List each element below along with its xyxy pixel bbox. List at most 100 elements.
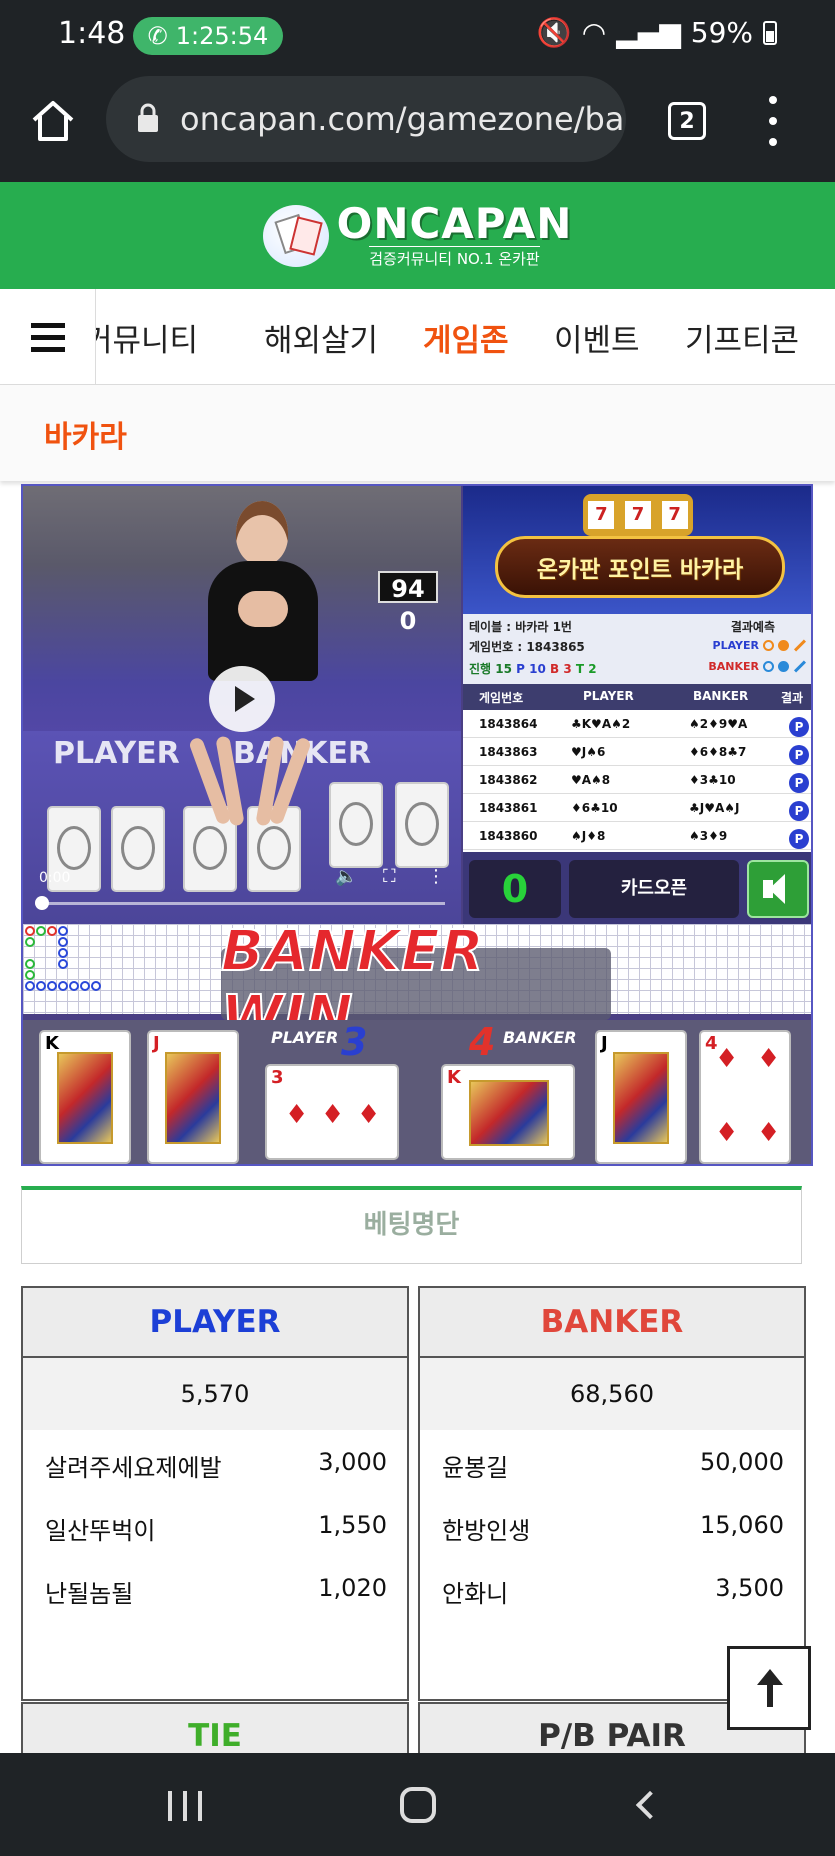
history-col-banker: BANKER (693, 689, 749, 703)
bet-amount: 3,000 (318, 1448, 387, 1476)
nav-item-gamezone[interactable]: 게임존 (423, 315, 509, 360)
history-header: 게임번호 PLAYER BANKER 결과 (463, 684, 811, 710)
sound-icon[interactable] (747, 860, 809, 918)
player-card: 3 ♦ ♦ ♦ (265, 1064, 399, 1160)
progress-stats: 진행 15 P 10 B 3 T 2 (469, 660, 597, 677)
bet-row: 윤봉길 50,000 (420, 1430, 804, 1493)
pred-banker-label: BANKER (708, 660, 759, 673)
video-progress-bar[interactable] (41, 902, 445, 905)
overflow-menu-icon[interactable] (765, 96, 781, 146)
bettor-name: 일산뚜벅이 (45, 1517, 156, 1545)
road-dot (69, 981, 79, 991)
player-card: J (147, 1030, 239, 1164)
road-dot (58, 981, 68, 991)
site-logo[interactable]: ONCAPAN 검증커뮤니티 NO.1 온카판 (262, 199, 573, 269)
game-number: 게임번호 : 1843865 (469, 640, 585, 654)
history-banker: ♠3♦9 (689, 829, 728, 843)
wifi-icon: ◠ (581, 16, 607, 49)
prediction-banker: BANKER (708, 660, 807, 673)
video-progress-knob[interactable] (35, 896, 49, 910)
hamburger-menu-icon[interactable] (0, 289, 96, 385)
slot-digit: 7 (624, 501, 651, 529)
call-chip[interactable]: ✆ 1:25:54 (133, 17, 283, 55)
nav-item-gifticon[interactable]: 기프티콘 (685, 315, 799, 360)
screen: 1:48 ✆ 1:25:54 🔇 ◠ ▂▄▆ 59% oncapan.com/g… (0, 0, 835, 1856)
history-row: 1843863 ♥J♠6 ♦6♦8♣7 P (463, 738, 811, 766)
play-icon[interactable] (209, 666, 275, 732)
video-menu-icon[interactable]: ⋮ (427, 866, 445, 887)
home-icon[interactable] (28, 96, 78, 146)
bet-amount: 1,020 (318, 1574, 387, 1602)
fullscreen-icon[interactable]: ⛶ (383, 866, 396, 887)
promo-title: 온카판 포인트 바카라 (495, 536, 785, 598)
history-row: 1843864 ♣K♥A♠2 ♠2♦9♥A P (463, 710, 811, 738)
nav-item-community[interactable]: 커뮤니티 (96, 315, 198, 360)
history-no: 1843861 (479, 801, 538, 815)
banker-bets-column: BANKER 68,560 윤봉길 50,000 한방인생 15,060 안화니… (418, 1286, 806, 1701)
road-dot (58, 959, 68, 969)
status-bar: 1:48 ✆ 1:25:54 🔇 ◠ ▂▄▆ 59% (0, 0, 835, 72)
logo-cards-icon (262, 204, 329, 267)
score-display: 0 (469, 860, 561, 918)
battery-percent: 59% (690, 16, 753, 49)
history-table: 게임번호 PLAYER BANKER 결과 1843864 ♣K♥A♠2 ♠2♦… (463, 684, 811, 852)
recent-apps-icon[interactable] (168, 1791, 202, 1821)
banker-bets-total: 68,560 (420, 1358, 804, 1430)
scroll-to-top-button[interactable] (727, 1646, 811, 1730)
history-row: 1843861 ♦6♣10 ♣J♥A♠J P (463, 794, 811, 822)
bettor-name: 안화니 (442, 1580, 509, 1608)
betting-list-title: 베팅명단 (21, 1186, 802, 1264)
card-rank: 3 (271, 1067, 284, 1088)
baccarat-game-panel: PLAYER BANKER 94 0 0:00 🔈 ⛶ (21, 484, 813, 1166)
address-bar[interactable]: oncapan.com/gamezone/ba (106, 76, 626, 162)
bet-amount: 50,000 (700, 1448, 784, 1476)
live-video[interactable]: PLAYER BANKER 94 0 0:00 🔈 ⛶ (23, 486, 461, 924)
player-count: P 10 (516, 662, 546, 676)
logo-text: ONCAPAN (336, 199, 573, 248)
sub-nav: 바카라 (0, 385, 835, 481)
history-player: ♣K♥A♠2 (571, 717, 631, 731)
mute-icon[interactable]: 🔈 (335, 866, 357, 887)
bet-row: 일산뚜벅이 1,550 (23, 1493, 407, 1556)
pred-player-label: PLAYER (712, 639, 759, 652)
history-no: 1843864 (479, 717, 538, 731)
game-info: 테이블 : 바카라 1번 게임번호 : 1843865 진행 15 P 10 B… (463, 614, 811, 684)
bet-row: 살려주세요제에발 3,000 (23, 1430, 407, 1493)
card-rank: J (153, 1033, 160, 1054)
history-row: 1843862 ♥A♠8 ♦3♣10 P (463, 766, 811, 794)
history-banker: ♣J♥A♠J (689, 801, 740, 815)
table-card (111, 806, 165, 892)
bet-amount: 1,550 (318, 1511, 387, 1539)
player-score-label: PLAYER (271, 1028, 339, 1047)
slot-digit: 7 (661, 501, 688, 529)
game-controls: 0 카드오픈 (463, 852, 811, 924)
card-result-row: K J 3 ♦ ♦ ♦ PLAYER 3 4 BANKER K J 4 ♦ ♦ … (23, 1020, 811, 1164)
nav-item-overseas[interactable]: 해외살기 (264, 315, 378, 360)
road-dot (25, 970, 35, 980)
tie-count: T 2 (575, 662, 597, 676)
subnav-baccarat[interactable]: 바카라 (44, 412, 127, 456)
bet-row: 난될놈될 1,020 (23, 1556, 407, 1619)
tab-switcher-button[interactable]: 2 (668, 102, 706, 140)
back-icon[interactable] (635, 1790, 665, 1820)
progress-count: 진행 15 (469, 662, 512, 676)
player-score: 3 (341, 1020, 368, 1064)
bettor-name: 살려주세요제에발 (45, 1454, 222, 1482)
road-dot (36, 926, 46, 936)
road-dot (47, 981, 57, 991)
road-dot (25, 926, 35, 936)
bet-row: 안화니 3,500 (420, 1556, 804, 1619)
lock-icon (138, 103, 158, 132)
player-card: K (39, 1030, 131, 1164)
prediction-label: 결과예측 (730, 620, 775, 634)
home-button-icon[interactable] (400, 1787, 436, 1823)
site-header: ONCAPAN 검증커뮤니티 NO.1 온카판 (0, 182, 835, 289)
promo-banner: 7 7 7 온카판 포인트 바카라 (463, 486, 811, 614)
felt-player-label: PLAYER (53, 736, 180, 771)
history-no: 1843862 (479, 773, 538, 787)
slot-digit: 7 (588, 501, 615, 529)
card-open-button[interactable]: 카드오픈 (569, 860, 739, 918)
nav-item-event[interactable]: 이벤트 (554, 315, 640, 360)
bet-row: 한방인생 15,060 (420, 1493, 804, 1556)
road-dot (91, 981, 101, 991)
